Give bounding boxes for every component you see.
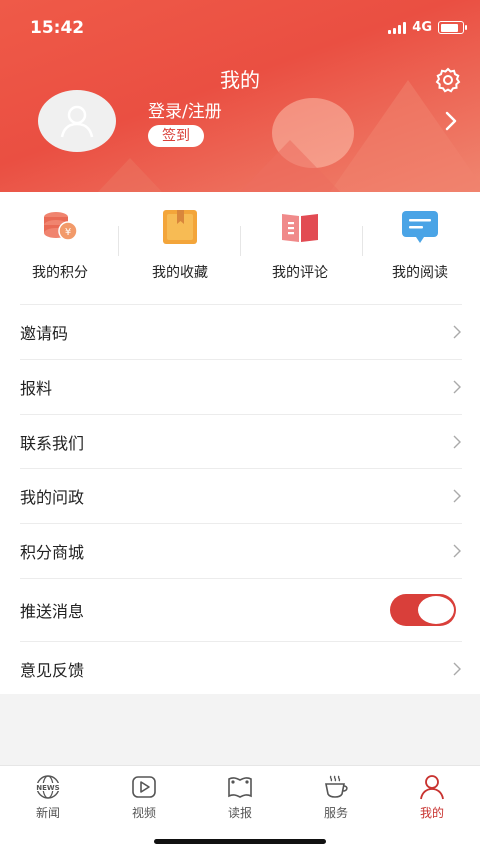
chevron-right-icon [453, 325, 461, 339]
menu-item-label: 报料 [20, 379, 53, 398]
header-mountain-decoration [96, 158, 164, 192]
quick-link-points[interactable]: ¥ 我的积分 [0, 192, 120, 304]
menu-item-points-mall[interactable]: 积分商城 [20, 523, 462, 578]
menu-item-label: 积分商城 [20, 543, 85, 562]
menu-item-label: 推送消息 [20, 602, 85, 621]
chevron-right-icon [453, 489, 461, 503]
play-video-icon [130, 774, 158, 800]
tab-video[interactable]: 视频 [96, 774, 192, 824]
menu-item-push-notifications: 推送消息 [20, 578, 462, 641]
menu-item-report[interactable]: 报料 [20, 359, 462, 414]
status-indicators: 4G [388, 20, 467, 35]
menu-item-label: 联系我们 [20, 434, 85, 453]
battery-icon [438, 21, 467, 34]
tab-label: 新闻 [35, 806, 60, 820]
svg-text:¥: ¥ [65, 227, 71, 238]
profile-header: 15:42 4G 我的 登录/注册 签到 [0, 0, 480, 192]
menu-item-invite-code[interactable]: 邀请码 [20, 304, 462, 359]
menu-item-feedback[interactable]: 意见反馈 [20, 641, 462, 696]
header-mountain-decoration [232, 140, 348, 192]
quick-link-label: 我的积分 [32, 265, 88, 281]
tab-label: 视频 [131, 806, 156, 820]
open-book-icon [280, 208, 320, 246]
tab-label: 我的 [419, 806, 444, 820]
home-indicator [154, 839, 326, 844]
login-register-link[interactable]: 登录/注册 [148, 97, 222, 122]
menu-item-contact-us[interactable]: 联系我们 [20, 414, 462, 469]
tab-services[interactable]: 服务 [288, 774, 384, 824]
quick-links: ¥ 我的积分 我的收藏 我的评论 我的阅读 [0, 192, 480, 304]
tab-news[interactable]: NEWS 新闻 [0, 774, 96, 824]
user-placeholder-icon [60, 105, 94, 138]
divider [118, 226, 119, 256]
menu-item-label: 我的问政 [20, 488, 85, 507]
tab-label: 服务 [323, 806, 348, 820]
push-notification-toggle[interactable] [390, 594, 456, 626]
quick-link-comments[interactable]: 我的评论 [240, 192, 360, 304]
quick-link-reading[interactable]: 我的阅读 [360, 192, 480, 304]
chevron-right-icon [453, 435, 461, 449]
signin-button[interactable]: 签到 [148, 125, 204, 147]
chevron-right-icon [453, 544, 461, 558]
toggle-knob [418, 596, 454, 624]
globe-news-icon: NEWS [34, 774, 62, 800]
settings-menu: 邀请码 报料 联系我们 我的问政 积分商城 推送消息 意见反馈 [0, 304, 480, 694]
status-time: 15:42 [30, 18, 85, 38]
quick-link-label: 我的评论 [272, 265, 328, 281]
menu-item-label: 意见反馈 [20, 661, 85, 680]
coffee-cup-icon [322, 774, 350, 800]
network-label: 4G [412, 20, 432, 35]
avatar[interactable] [38, 90, 116, 152]
header-mountain-decoration [330, 80, 480, 192]
menu-item-my-inquiries[interactable]: 我的问政 [20, 468, 462, 523]
chat-message-icon [400, 208, 440, 246]
person-icon [418, 774, 446, 800]
svg-text:NEWS: NEWS [36, 784, 59, 792]
tab-mine[interactable]: 我的 [384, 774, 480, 824]
chevron-right-icon [453, 662, 461, 676]
chevron-right-icon[interactable] [443, 110, 459, 132]
quick-link-label: 我的收藏 [152, 265, 208, 281]
menu-item-label: 邀请码 [20, 324, 69, 343]
signal-icon [388, 21, 407, 34]
tab-label: 读报 [227, 806, 252, 820]
bookmark-book-icon [160, 208, 200, 246]
points-coin-icon: ¥ [40, 208, 80, 246]
chevron-right-icon [453, 380, 461, 394]
newspaper-icon [226, 774, 254, 800]
page-title: 我的 [220, 68, 260, 92]
settings-gear-icon[interactable] [434, 66, 462, 94]
tab-newspaper[interactable]: 读报 [192, 774, 288, 824]
quick-link-label: 我的阅读 [392, 265, 448, 281]
quick-link-favorites[interactable]: 我的收藏 [120, 192, 240, 304]
